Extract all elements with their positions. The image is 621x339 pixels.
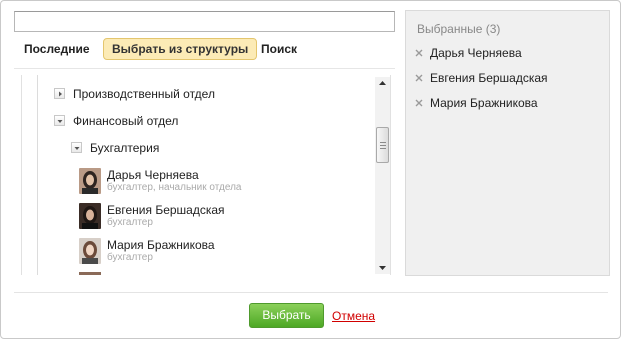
selected-item-name: Мария Бражникова [430,96,538,110]
tree-node-accounting[interactable]: Бухгалтерия [90,140,159,156]
scroll-up-button[interactable] [375,77,390,89]
tree-guide-line [37,75,38,275]
arrow-down-icon [379,266,386,270]
selected-title: Выбранные (3) [417,22,501,36]
footer-divider [14,292,608,293]
collapse-toggle-finance[interactable] [54,115,65,126]
tab-structure[interactable]: Выбрать из структуры [103,38,258,60]
tree-scrollbar[interactable] [375,77,390,274]
grip-line [380,145,386,146]
tree-node-production[interactable]: Производственный отдел [73,86,215,102]
collapse-toggle-accounting[interactable] [71,142,82,153]
user-selector-dialog: Последние Выбрать из структуры Поиск Про… [0,0,621,339]
selected-item-name: Евгения Бершадская [430,71,548,85]
tab-search[interactable]: Поиск [261,38,297,60]
employee-name: Мария Бражникова [107,238,215,252]
tab-recent[interactable]: Последние [24,38,90,60]
selected-panel: Выбранные (3) Дарья Черняева Евгения Бер… [405,10,610,276]
grip-line [380,142,386,143]
avatar [79,203,101,229]
scroll-thumb[interactable] [376,127,389,163]
employee-title: бухгалтер [107,252,153,263]
selected-item-name: Дарья Черняева [430,46,522,60]
employee-name: Дарья Черняева [107,168,199,182]
remove-icon[interactable] [415,99,423,107]
remove-icon[interactable] [415,74,423,82]
choose-button[interactable]: Выбрать [249,303,324,328]
cancel-link[interactable]: Отмена [332,309,375,323]
avatar [79,238,101,264]
chevron-down-icon [74,147,80,150]
tabs-divider [14,68,395,69]
grip-line [380,148,386,149]
arrow-up-icon [379,81,386,85]
tree-node-finance[interactable]: Финансовый отдел [73,113,178,129]
search-input[interactable] [14,11,395,32]
chevron-right-icon [59,91,62,97]
avatar-partial [79,272,101,275]
expand-toggle-production[interactable] [54,88,65,99]
scroll-down-button[interactable] [375,262,390,274]
remove-icon[interactable] [415,49,423,57]
employee-title: бухгалтер, начальник отдела [107,182,242,193]
chevron-down-icon [57,120,63,123]
avatar [79,168,101,194]
employee-name: Евгения Бершадская [107,203,225,217]
employee-title: бухгалтер [107,217,153,228]
